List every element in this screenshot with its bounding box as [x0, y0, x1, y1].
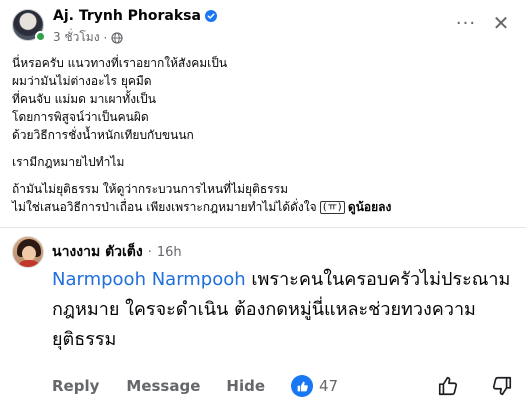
- avatar-shirt: [17, 260, 41, 267]
- close-button[interactable]: ✕: [490, 11, 512, 35]
- post-line: ผมว่ามันไม่ต่างอะไร ยุคมืด: [12, 74, 152, 88]
- comment-time[interactable]: 16h: [157, 245, 182, 260]
- post-line: โดยการพิสูจน์ว่าเป็นคนผิด: [12, 110, 149, 124]
- author-row: Aj. Trynh Phoraksa: [53, 8, 217, 24]
- thumbs-up-icon[interactable]: [436, 374, 460, 398]
- thumbs-down-icon[interactable]: [490, 374, 514, 398]
- post-meta: 3 ชั่วโมง ·: [53, 28, 123, 47]
- post-timestamp[interactable]: 3 ชั่วโมง: [53, 28, 100, 47]
- verified-badge-icon: [204, 10, 217, 22]
- post-line: เรามีกฎหมายไปทำไม: [12, 155, 125, 169]
- avatar-face: [22, 246, 36, 261]
- commenter-avatar[interactable]: [12, 236, 44, 268]
- post-line: ถ้ามันไม่ยุติธรรม ให้ดูว่ากระบวนการไหนที…: [12, 182, 288, 196]
- online-status-dot: [35, 31, 46, 42]
- globe-icon: [111, 31, 123, 44]
- message-button[interactable]: Message: [126, 377, 200, 395]
- thumbs-up-glyph-icon: [438, 376, 458, 396]
- post-line: นี่หรอครับ แนวทางที่เราอยากให้สังคมเป็น: [12, 56, 228, 70]
- comment-text: Narmpooh Narmpooh เพราะคนในครอบครัวไม่ปร…: [52, 265, 514, 355]
- commenter-name[interactable]: นางงาม ตัวเต็ง: [52, 241, 143, 263]
- post-line: ด้วยวิธีการชั่งน้ำหนักเทียบกับขนนก: [12, 128, 194, 142]
- post-line-text: ไม่ใช่เสนอวิธีการป่าเถื่อน เพียงเพราะกฎห…: [12, 200, 317, 214]
- like-glyph-icon: [297, 381, 308, 391]
- post-body: นี่หรอครับ แนวทางที่เราอยากให้สังคมเป็น …: [12, 54, 512, 217]
- mention-link[interactable]: Narmpooh Narmpooh: [52, 269, 246, 290]
- reply-button[interactable]: Reply: [52, 377, 99, 395]
- post-last-line: ไม่ใช่เสนอวิธีการป่าเถื่อน เพียงเพราะกฎห…: [12, 198, 512, 217]
- reaction-count: 47: [319, 377, 339, 395]
- see-less-link[interactable]: ดูน้อยลง: [348, 200, 391, 214]
- reaction-summary[interactable]: 47: [291, 375, 338, 397]
- more-options-button[interactable]: ···: [452, 12, 480, 34]
- thumbs-down-glyph-icon: [492, 376, 512, 396]
- hide-button[interactable]: Hide: [226, 377, 265, 395]
- comment-author-row: นางงาม ตัวเต็ง · 16h: [52, 241, 182, 263]
- meta-separator: ·: [147, 244, 152, 260]
- post-line: ที่คนจับ แม่มด มาเผาทั้งเป็น: [12, 92, 156, 106]
- meta-separator: ·: [103, 30, 108, 45]
- kaomoji-emoji: (ㅠ): [319, 201, 345, 214]
- author-avatar[interactable]: [12, 9, 46, 42]
- comment: นางงาม ตัวเต็ง · 16h Narmpooh Narmpooh เ…: [0, 228, 526, 409]
- like-reaction-icon: [291, 375, 313, 397]
- comment-actions: Reply Message Hide 47: [52, 373, 514, 399]
- author-name[interactable]: Aj. Trynh Phoraksa: [53, 8, 201, 24]
- post-header: Aj. Trynh Phoraksa 3 ชั่วโมง · ··· ✕: [0, 0, 526, 50]
